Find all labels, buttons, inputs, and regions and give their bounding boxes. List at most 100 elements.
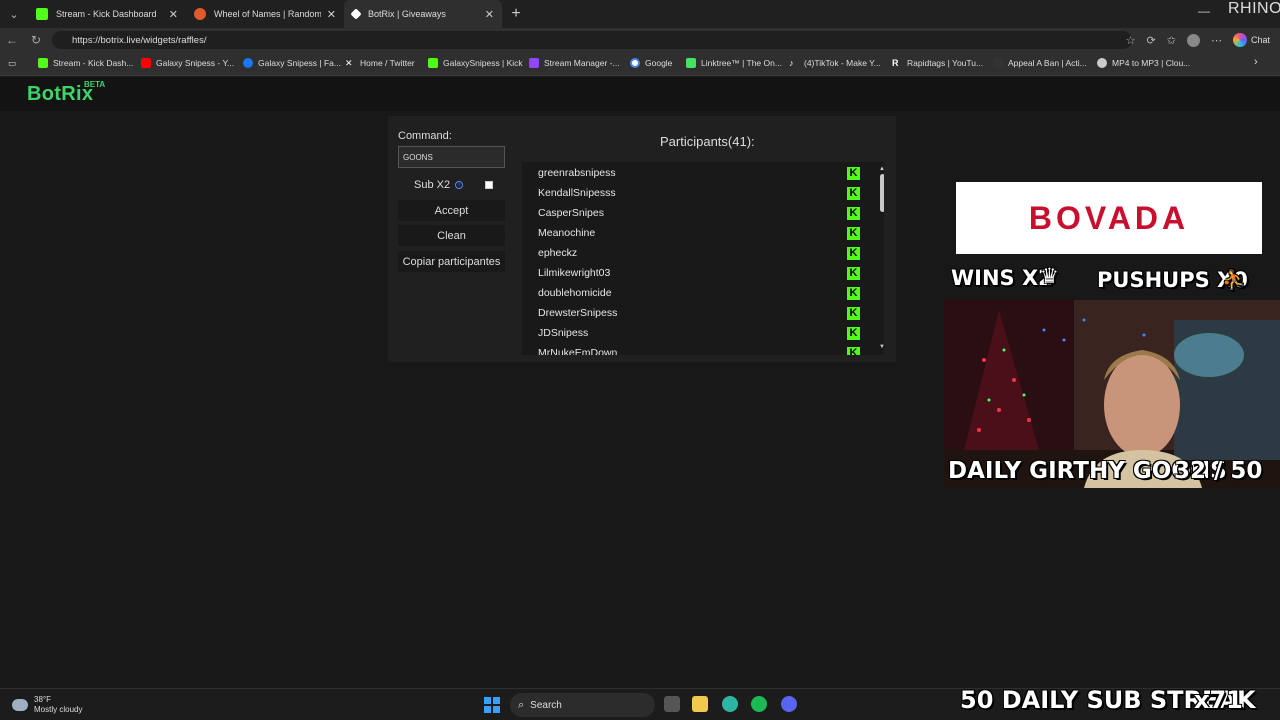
bookmark-item[interactable]: ♪ (4)TikTok - Make Y... — [789, 58, 881, 68]
edge-icon[interactable] — [722, 696, 738, 712]
tab-list-chevron-icon[interactable]: ⌄ — [0, 0, 28, 28]
kick-badge-icon: K — [847, 227, 860, 240]
scroll-up-icon[interactable]: ▲ — [879, 166, 884, 172]
kick-badge-icon: K — [847, 187, 860, 200]
clean-button[interactable]: Clean — [398, 225, 505, 246]
rapidtags-icon: R — [892, 58, 899, 68]
url-field[interactable]: https://botrix.live/widgets/raffles/ — [52, 31, 1132, 49]
copilot-icon — [1232, 33, 1247, 47]
search-label: Search — [530, 699, 562, 711]
bookmark-item[interactable]: Appeal A Ban | Acti... — [993, 58, 1087, 68]
bookmark-item[interactable]: GalaxySnipess | Kick — [428, 58, 523, 68]
copilot-chat-button[interactable]: Chat — [1232, 33, 1270, 47]
bookmark-item[interactable]: Stream Manager -... — [529, 58, 620, 68]
bookmark-item[interactable]: MP4 to MP3 | Clou... — [1097, 58, 1190, 68]
close-icon[interactable]: ✕ — [169, 8, 178, 21]
close-icon[interactable]: ✕ — [327, 8, 336, 21]
sub-x2-label: Sub X2 — [414, 179, 451, 191]
sponsor-logo-text: BOVADA — [1028, 199, 1190, 236]
bookmarks-more-chevron-icon[interactable]: › — [1254, 56, 1258, 68]
task-view-icon[interactable] — [664, 696, 680, 712]
participant-name: epheckz — [538, 247, 578, 259]
participant-name: DrewsterSnipess — [538, 307, 618, 319]
url-text: https://botrix.live/widgets/raffles/ — [72, 34, 207, 46]
bookmark-item[interactable]: Stream - Kick Dash... — [38, 58, 133, 68]
back-icon[interactable]: ← — [0, 33, 24, 47]
bookmark-item[interactable]: ✕ Home / Twitter — [345, 58, 415, 68]
command-label: Command: — [398, 130, 452, 142]
participant-name: CasperSnipes — [538, 207, 604, 219]
kick-badge-icon: K — [847, 327, 860, 340]
participant-name: MrNukeEmDown — [538, 347, 618, 355]
bookmark-item[interactable]: R Rapidtags | YouTu... — [892, 58, 983, 68]
more-icon[interactable]: ⋯ — [1211, 34, 1222, 47]
corner-watermark: RHINO — [1228, 0, 1280, 17]
raffle-panel: Command: GOONS Sub X2 i Accept Clean Cop… — [388, 116, 896, 362]
participant-name: doublehomicide — [538, 287, 612, 299]
command-input[interactable]: GOONS — [398, 146, 505, 168]
youtube-icon — [141, 58, 151, 68]
participant-name: JDSnipess — [538, 327, 589, 339]
beta-badge: BETA — [84, 80, 106, 89]
search-icon: ⌕ — [518, 698, 525, 711]
kick-icon — [38, 58, 48, 68]
bookmark-item[interactable]: Google — [630, 58, 672, 68]
file-explorer-icon[interactable] — [692, 696, 708, 712]
kick-badge-icon: K — [847, 207, 860, 220]
participants-list[interactable]: greenrabsnipess K KendallSnipesss K Casp… — [522, 162, 884, 355]
cloud-icon — [1097, 58, 1107, 68]
address-bar: ← ↻ https://botrix.live/widgets/raffles/… — [0, 28, 1280, 52]
wins-counter: WINS X2 — [951, 266, 1053, 290]
temperature: 38°F — [34, 695, 51, 704]
kick-badge-icon: K — [847, 307, 860, 320]
bookmark-item[interactable]: Galaxy Snipess - Y... — [141, 58, 234, 68]
kick-badge-icon: K — [847, 267, 860, 280]
participant-name: Meanochine — [538, 227, 596, 239]
tab-title: Stream - Kick Dashboard — [56, 9, 157, 19]
kick-badge-icon: K — [847, 287, 860, 300]
wheel-icon — [194, 8, 206, 20]
activision-icon — [993, 58, 1003, 68]
weather-widget[interactable]: 38°F Mostly cloudy — [12, 695, 82, 715]
tab-title: Wheel of Names | Random name p — [214, 9, 321, 19]
sub-x2-checkbox[interactable] — [485, 181, 493, 189]
kick-icon — [428, 58, 438, 68]
botrix-icon — [350, 8, 362, 20]
new-tab-icon[interactable]: + — [502, 5, 530, 23]
minimize-icon[interactable]: — — [1198, 4, 1210, 18]
participant-name: Lilmikewright03 — [538, 267, 611, 279]
participant-name: greenrabsnipess — [538, 167, 616, 179]
crown-icon: ♛ — [1040, 264, 1059, 288]
bookmark-item[interactable]: Galaxy Snipess | Fa... — [243, 58, 341, 68]
daily-goons-count: 32 / 50 — [1174, 458, 1263, 484]
close-icon[interactable]: ✕ — [485, 8, 494, 21]
windows-start-icon[interactable] — [484, 697, 500, 713]
bookmark-item[interactable]: Linktree™ | The On... — [686, 58, 782, 68]
google-icon — [630, 58, 640, 68]
favorite-star-icon[interactable]: ☆ — [1126, 34, 1136, 47]
x-twitter-icon: ✕ — [345, 58, 353, 68]
tab-wheel-of-names[interactable]: Wheel of Names | Random name p ✕ — [186, 0, 344, 28]
extensions-icon[interactable]: ⟳ — [1147, 34, 1156, 47]
accept-button[interactable]: Accept — [398, 200, 505, 221]
sub-x2-option: Sub X2 i — [414, 179, 464, 191]
info-icon[interactable]: i — [455, 181, 464, 189]
participant-name: KendallSnipesss — [538, 187, 616, 199]
profile-avatar[interactable] — [1186, 33, 1200, 47]
tab-title: BotRix | Giveaways — [368, 9, 446, 19]
scrollbar-thumb[interactable] — [880, 174, 884, 212]
reload-icon[interactable]: ↻ — [24, 33, 48, 47]
tab-kick-dashboard[interactable]: Stream - Kick Dashboard ✕ — [28, 0, 186, 28]
taskbar-search[interactable]: ⌕ Search — [510, 693, 655, 717]
favorites-icon[interactable]: ✩ — [1167, 34, 1176, 47]
bookmarks-menu-icon[interactable]: ▭ — [8, 58, 16, 69]
command-value: GOONS — [403, 152, 433, 162]
spotify-icon[interactable] — [751, 696, 767, 712]
linktree-icon — [686, 58, 696, 68]
twitch-icon — [529, 58, 539, 68]
scroll-down-icon[interactable]: ▼ — [879, 344, 884, 350]
discord-icon[interactable] — [781, 696, 797, 712]
participants-title: Participants(41): — [660, 134, 755, 149]
copy-participants-button[interactable]: Copiar participantes — [398, 251, 505, 272]
tab-botrix-giveaways[interactable]: BotRix | Giveaways ✕ — [344, 0, 502, 28]
